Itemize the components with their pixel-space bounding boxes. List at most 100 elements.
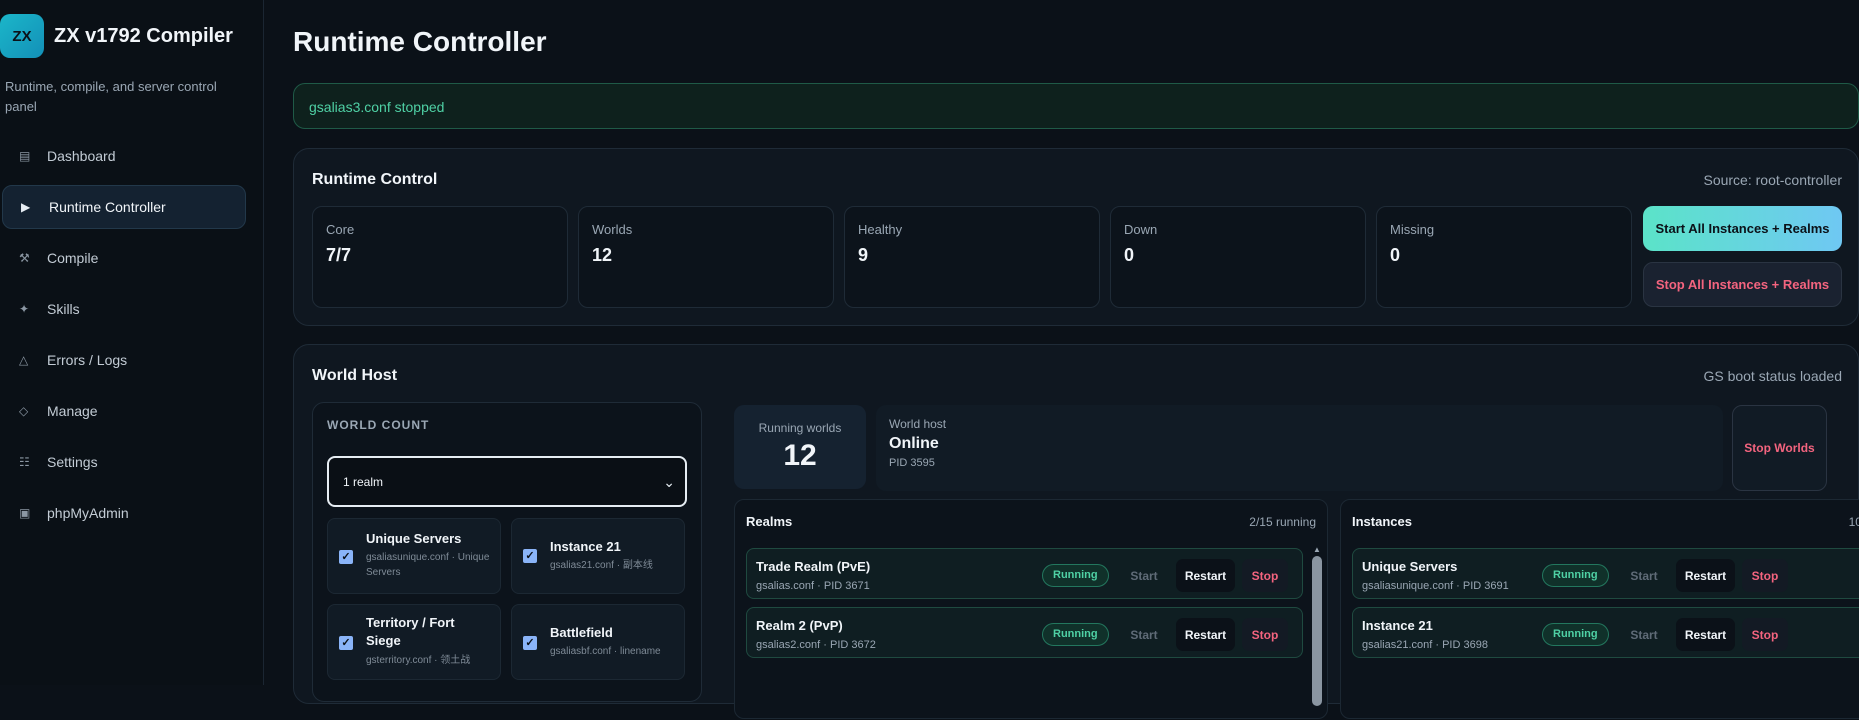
stop-button[interactable]: Stop	[1242, 618, 1288, 651]
sidebar-item-label: Manage	[47, 403, 98, 419]
status-badge: Running	[1042, 623, 1109, 646]
world-host-value: Online	[889, 435, 939, 452]
checkbox-checked-icon[interactable]: ✓	[339, 636, 353, 650]
instances-count: 10/10 running	[1848, 515, 1859, 529]
runtime-control-title: Runtime Control	[312, 171, 438, 188]
sidebar-item-compile[interactable]: ⚒ Compile	[0, 236, 246, 280]
stat-healthy: Healthy 9	[844, 206, 1100, 308]
checkbox-checked-icon[interactable]: ✓	[523, 549, 537, 563]
world-host-panel: World Host GS boot status loaded WORLD C…	[293, 344, 1859, 719]
checkbox-sub: gsaliasunique.conf · Unique Servers	[366, 552, 490, 578]
sidebar-item-label: Errors / Logs	[47, 352, 128, 368]
realm-name: Trade Realm (PvE)	[756, 559, 871, 574]
page-title: Runtime Controller	[293, 26, 547, 57]
stop-worlds-button[interactable]: Stop Worlds	[1732, 405, 1827, 491]
restart-button[interactable]: Restart	[1176, 559, 1235, 592]
status-badge: Running	[1542, 623, 1609, 646]
checkbox-checked-icon[interactable]: ✓	[523, 636, 537, 650]
checkbox-sub: gsterritory.conf · 领土战	[366, 655, 471, 666]
world-checkbox-territory[interactable]: ✓ Territory / Fort Siege gsterritory.con…	[327, 604, 501, 680]
start-button[interactable]: Start	[1121, 618, 1167, 651]
instance-name: Unique Servers	[1362, 559, 1458, 574]
stop-button[interactable]: Stop	[1742, 618, 1788, 651]
checkbox-title: Territory / Fort Siege	[366, 615, 455, 648]
instance-sub: gsaliasunique.conf · PID 3691	[1362, 580, 1509, 592]
checkbox-sub: gsaliasbf.conf · linename	[550, 646, 661, 657]
app-title: ZX v1792 Compiler	[54, 24, 233, 47]
sidebar-nav: ▤ Dashboard ▶ Runtime Controller ⚒ Compi…	[0, 134, 246, 542]
status-badge: Running	[1042, 564, 1109, 587]
world-checkbox-instance-21[interactable]: ✓ Instance 21 gsalias21.conf · 副本线	[511, 518, 685, 594]
checkbox-sub: gsalias21.conf · 副本线	[550, 560, 653, 571]
sidebar-item-runtime-controller[interactable]: ▶ Runtime Controller	[2, 185, 246, 229]
database-icon: ▣	[19, 506, 31, 520]
stat-label: Core	[326, 222, 355, 237]
stop-all-button[interactable]: Stop All Instances + Realms	[1643, 262, 1842, 307]
restart-button[interactable]: Restart	[1676, 618, 1735, 651]
stat-label: Worlds	[592, 222, 633, 237]
start-all-button[interactable]: Start All Instances + Realms	[1643, 206, 1842, 251]
running-worlds-card: Running worlds 12	[734, 405, 866, 489]
running-worlds-label: Running worlds	[758, 421, 842, 435]
sidebar-item-label: Settings	[47, 454, 98, 470]
sidebar-item-label: Skills	[47, 301, 80, 317]
world-count-label: WORLD COUNT	[327, 418, 430, 432]
stat-label: Healthy	[858, 222, 903, 237]
diamond-icon: ◇	[19, 404, 29, 418]
realms-title: Realms	[746, 514, 793, 529]
stop-button[interactable]: Stop	[1242, 559, 1288, 592]
stat-down: Down 0	[1110, 206, 1366, 308]
realms-count: 2/15 running	[1249, 515, 1316, 529]
realms-panel: Realms 2/15 running Trade Realm (PvE) gs…	[734, 499, 1328, 719]
runtime-control-panel: Runtime Control Source: root-controller …	[293, 148, 1859, 326]
running-worlds-value: 12	[783, 439, 817, 472]
instance-row: Instance 21 gsalias21.conf · PID 3698 Ru…	[1352, 607, 1859, 658]
world-host-status: GS boot status loaded	[1703, 368, 1842, 384]
world-count-value: 1 realm	[343, 474, 384, 489]
status-alert: gsalias3.conf stopped	[293, 83, 1859, 129]
instances-panel: Instances 10/10 running Unique Servers g…	[1340, 499, 1859, 719]
checkbox-checked-icon[interactable]: ✓	[339, 550, 353, 564]
world-host-title: World Host	[312, 367, 398, 384]
hammer-icon: ⚒	[19, 251, 30, 265]
play-icon: ▶	[21, 200, 31, 214]
stop-button[interactable]: Stop	[1742, 559, 1788, 592]
start-button[interactable]: Start	[1621, 559, 1667, 592]
restart-button[interactable]: Restart	[1176, 618, 1235, 651]
sidebar-item-phpmyadmin[interactable]: ▣ phpMyAdmin	[0, 491, 246, 535]
world-host-detail: Running worlds 12 World host Online PID …	[734, 402, 1859, 719]
realm-row: Trade Realm (PvE) gsalias.conf · PID 367…	[746, 548, 1303, 599]
stat-label: Down	[1124, 222, 1158, 237]
sidebar-item-skills[interactable]: ✦ Skills	[0, 287, 246, 331]
sidebar-item-dashboard[interactable]: ▤ Dashboard	[0, 134, 246, 178]
realm-sub: gsalias2.conf · PID 3672	[756, 639, 876, 651]
scroll-thumb[interactable]	[1312, 556, 1322, 706]
world-checkbox-battlefield[interactable]: ✓ Battlefield gsaliasbf.conf · linename	[511, 604, 685, 680]
app-logo: ZX	[0, 14, 44, 58]
stat-label: Missing	[1390, 222, 1435, 237]
sidebar-item-errors-logs[interactable]: △ Errors / Logs	[0, 338, 246, 382]
world-host-label: World host	[889, 417, 947, 431]
brand[interactable]: ZX ZX v1792 Compiler	[0, 14, 233, 58]
world-checkbox-unique-servers[interactable]: ✓ Unique Servers gsaliasunique.conf · Un…	[327, 518, 501, 594]
start-button[interactable]: Start	[1121, 559, 1167, 592]
sidebar-item-settings[interactable]: ☷ Settings	[0, 440, 246, 484]
stat-value: 12	[592, 245, 613, 265]
dashboard-icon: ▤	[19, 149, 31, 163]
restart-button[interactable]: Restart	[1676, 559, 1735, 592]
warning-icon: △	[19, 353, 29, 367]
checkbox-title: Battlefield	[550, 625, 613, 640]
world-host-pid: PID 3595	[889, 457, 935, 469]
stat-value: 0	[1124, 245, 1135, 265]
stat-missing: Missing 0	[1376, 206, 1632, 308]
instance-row: Unique Servers gsaliasunique.conf · PID …	[1352, 548, 1859, 599]
instance-sub: gsalias21.conf · PID 3698	[1362, 639, 1488, 651]
start-button[interactable]: Start	[1621, 618, 1667, 651]
realm-name: Realm 2 (PvP)	[756, 618, 843, 633]
sidebar-item-manage[interactable]: ◇ Manage	[0, 389, 246, 433]
realm-row: Realm 2 (PvP) gsalias2.conf · PID 3672 R…	[746, 607, 1303, 658]
realms-scrollbar[interactable]: ▲	[1312, 545, 1322, 720]
sidebar-item-label: Compile	[47, 250, 99, 266]
world-count-select[interactable]: 1 realm ⌄	[327, 456, 687, 507]
scroll-up-icon[interactable]: ▲	[1312, 545, 1322, 554]
